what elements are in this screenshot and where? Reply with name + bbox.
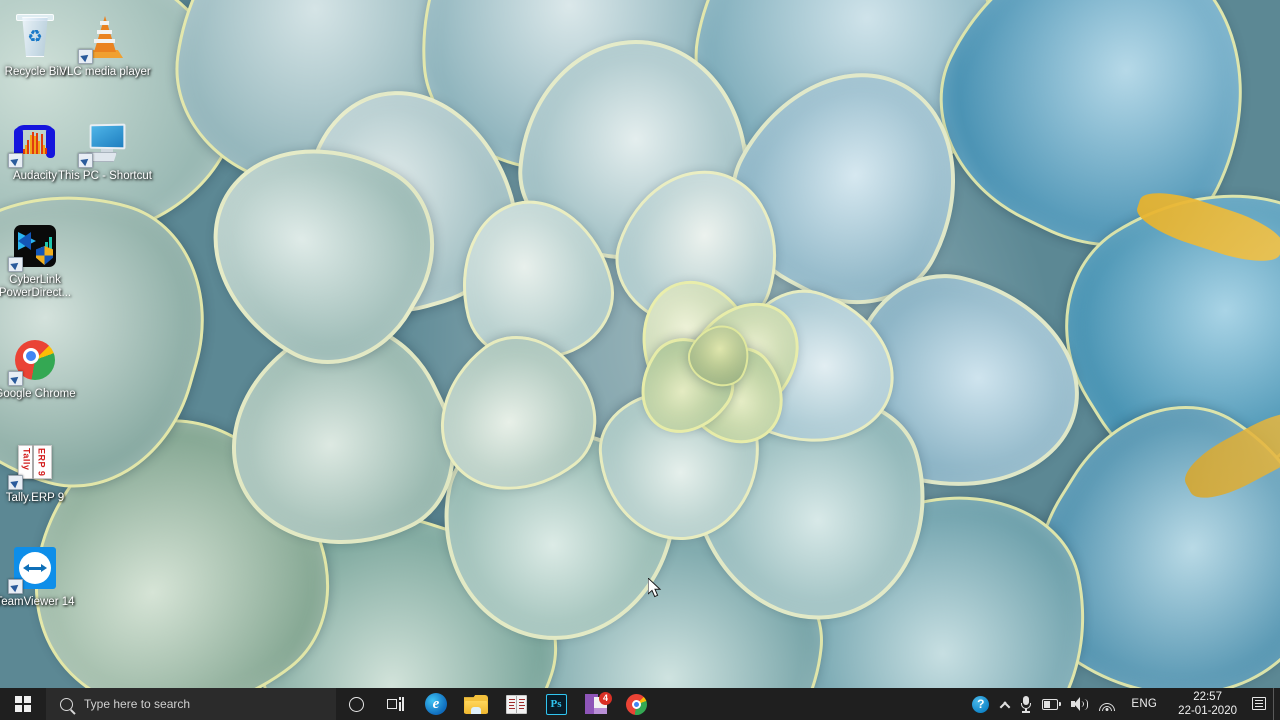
shortcut-arrow-icon (8, 153, 23, 168)
search-input[interactable]: Type here to search (46, 688, 336, 720)
desktop-icon-label: Google Chrome (0, 388, 76, 400)
tray-battery-button[interactable] (1037, 688, 1066, 720)
windows-logo-icon (15, 696, 31, 712)
language-indicator: ENG (1131, 698, 1158, 710)
system-tray: ? ENG 22:57 22-01-2020 (967, 688, 1280, 720)
search-icon (60, 697, 73, 711)
wifi-icon (1098, 698, 1115, 711)
tray-get-help-button[interactable]: ? (967, 688, 994, 720)
cortana-icon (348, 696, 364, 712)
help-circle-icon: ? (972, 695, 990, 713)
taskbar-cortana-button[interactable] (336, 688, 376, 720)
google-chrome-icon (8, 336, 59, 386)
action-center-icon (1252, 696, 1268, 712)
show-desktop-button[interactable] (1273, 688, 1280, 720)
desktop-screen: ♻ Recycle Bin VLC media player Audacity (0, 0, 1280, 720)
taskbar-clock[interactable]: 22:57 22-01-2020 (1168, 688, 1247, 720)
edge-icon: e (425, 693, 447, 715)
desktop-icon-label: Tally.ERP 9 (5, 492, 65, 504)
desktop-icon-teamviewer[interactable]: TeamViewer 14 (0, 544, 90, 609)
chrome-icon (625, 693, 647, 715)
shortcut-arrow-icon (8, 371, 23, 386)
chevron-up-icon (999, 699, 1010, 710)
tray-language-button[interactable]: ENG (1120, 688, 1168, 720)
task-view-icon (387, 697, 405, 711)
desktop-icon-label: This PC - Shortcut (58, 170, 152, 182)
desktop-icon-google-chrome[interactable]: Google Chrome (0, 336, 90, 401)
taskbar-chrome-button[interactable] (616, 688, 656, 720)
desktop-icon-label: VLC media player (59, 66, 151, 78)
desktop-icon-label: TeamViewer 14 (0, 596, 75, 608)
shortcut-arrow-icon (8, 579, 23, 594)
taskbar-task-view-button[interactable] (376, 688, 416, 720)
shortcut-arrow-icon (8, 475, 23, 490)
tally-erp-icon: Tally ERP 9 (8, 440, 59, 490)
tray-microphone-button[interactable] (1015, 688, 1037, 720)
action-center-button[interactable] (1247, 688, 1273, 720)
desktop-icon-tally-erp[interactable]: Tally ERP 9 Tally.ERP 9 (0, 440, 90, 505)
clock-date: 22-01-2020 (1178, 705, 1237, 717)
tray-volume-button[interactable] (1066, 688, 1093, 720)
taskbar-edge-button[interactable]: e (416, 688, 456, 720)
speaker-icon (1071, 697, 1088, 711)
photoshop-icon: Ps (545, 693, 567, 715)
vlc-media-player-icon (78, 14, 129, 64)
desktop-icon-label: CyberLink PowerDirect... (0, 274, 72, 299)
taskbar-file-explorer-button[interactable] (456, 688, 496, 720)
microphone-icon (1020, 695, 1032, 713)
battery-icon (1042, 698, 1062, 710)
taskbar: Type here to search e Ps 4 ? ENG 22:57 2… (0, 688, 1280, 720)
shortcut-arrow-icon (8, 257, 23, 272)
tray-show-hidden-icons-button[interactable] (994, 688, 1015, 720)
desktop-wallpaper[interactable] (0, 0, 1280, 688)
desktop-icon-this-pc[interactable]: This PC - Shortcut (50, 118, 160, 183)
taskbar-dictionary-button[interactable] (496, 688, 536, 720)
book-reader-icon (505, 694, 527, 714)
clock-time: 22:57 (1193, 691, 1222, 703)
teamviewer-icon (8, 544, 59, 594)
shortcut-arrow-icon (78, 153, 93, 168)
desktop-icon-vlc-media-player[interactable]: VLC media player (50, 14, 160, 79)
search-placeholder: Type here to search (84, 697, 191, 711)
tray-network-button[interactable] (1093, 688, 1120, 720)
this-pc-icon (78, 118, 129, 168)
cyberlink-powerdirector-icon (8, 222, 59, 272)
desktop-icon-cyberlink-powerdirector[interactable]: CyberLink PowerDirect... (0, 222, 90, 299)
start-button[interactable] (0, 688, 46, 720)
taskbar-photos-button[interactable]: 4 (576, 688, 616, 720)
shortcut-arrow-icon (78, 49, 93, 64)
file-explorer-icon (464, 694, 488, 714)
taskbar-photoshop-button[interactable]: Ps (536, 688, 576, 720)
notification-badge: 4 (599, 692, 612, 705)
